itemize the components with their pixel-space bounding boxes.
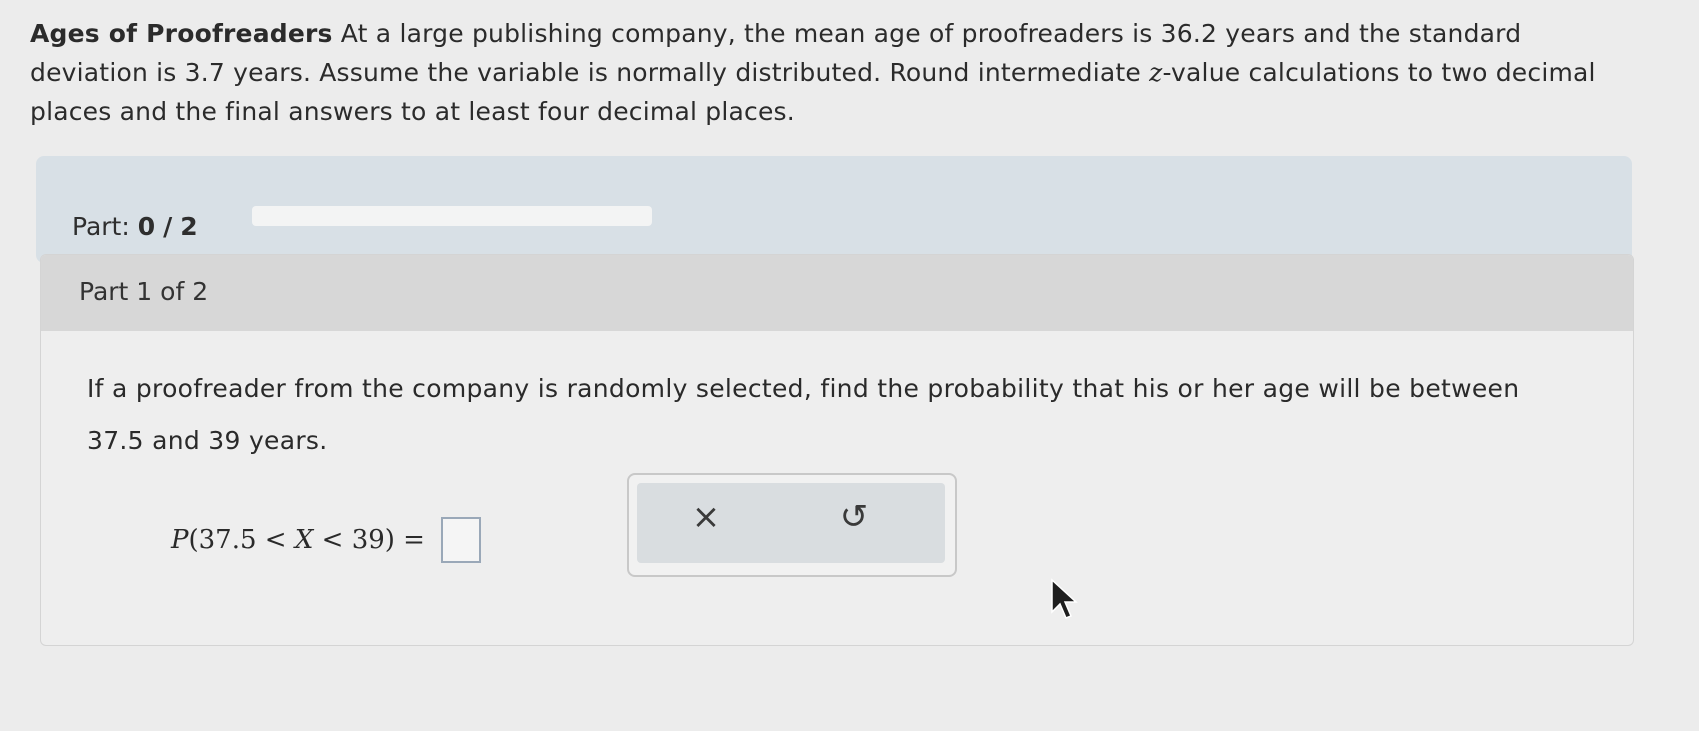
part-header-label: Part 1 of 2 bbox=[79, 277, 209, 306]
part-progress-bar: Part: 0 / 2 bbox=[36, 156, 1632, 263]
problem-statement: Ages of Proofreaders At a large publishi… bbox=[30, 14, 1630, 131]
answer-input[interactable] bbox=[440, 517, 481, 563]
undo-button[interactable]: ↺ bbox=[829, 495, 879, 539]
part-count-current: 0 bbox=[137, 212, 156, 241]
equation-open: (37.5 < bbox=[188, 525, 295, 555]
progress-track bbox=[252, 206, 652, 226]
z-symbol: z bbox=[1149, 58, 1163, 87]
mouse-cursor-icon bbox=[1051, 578, 1078, 619]
clear-button[interactable]: × bbox=[681, 495, 731, 539]
tool-panel: × ↺ bbox=[627, 473, 957, 577]
equation-var: X bbox=[294, 525, 314, 555]
part-count-total: 2 bbox=[180, 212, 198, 241]
problem-title: Ages of Proofreaders bbox=[30, 19, 333, 48]
part-count-label: Part: bbox=[72, 212, 130, 241]
part-count-separator: / bbox=[163, 212, 173, 241]
part-card: Part 1 of 2 If a proofreader from the co… bbox=[40, 254, 1634, 646]
question-text: If a proofreader from the company is ran… bbox=[87, 374, 1520, 455]
undo-icon: ↺ bbox=[839, 497, 869, 537]
close-icon: × bbox=[691, 497, 721, 537]
part-header: Part 1 of 2 bbox=[41, 255, 1633, 331]
part-count: Part: 0 / 2 bbox=[72, 212, 198, 241]
equation-close: < 39) = bbox=[313, 525, 425, 555]
equation-p: P bbox=[171, 525, 189, 555]
probability-equation: P (37.5 < X < 39) = bbox=[171, 517, 481, 563]
